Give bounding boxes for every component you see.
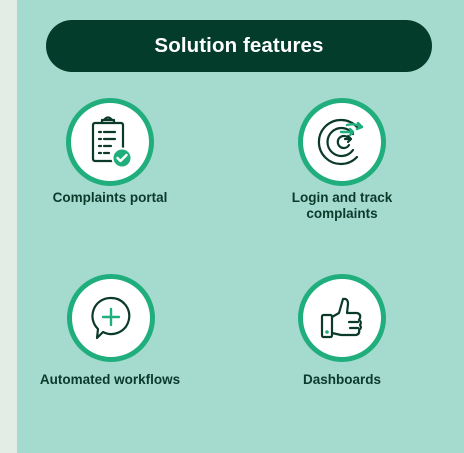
thumbs-up-icon — [320, 297, 362, 339]
complaints-portal-label: Complaints portal — [52, 190, 168, 205]
complaints-portal-circle — [66, 98, 154, 186]
dashboards-label: Dashboards — [302, 372, 382, 387]
login-track-label-line1: Login and track — [291, 190, 393, 205]
chat-plus-icon — [91, 296, 131, 340]
login-track-label: Login and track complaints — [242, 190, 442, 222]
login-track-circle — [298, 98, 386, 186]
automated-workflows-label: Automated workflows — [39, 372, 181, 387]
tracking-arrows-icon — [317, 118, 364, 166]
header-title: Solution features — [154, 34, 324, 57]
automated-workflows-circle — [67, 274, 155, 362]
login-track-label-line2: complaints — [306, 206, 378, 221]
clipboard-checklist-icon — [91, 116, 133, 169]
solution-features-panel: Solution features Complaints portal Logi… — [17, 0, 464, 453]
dashboards-circle — [298, 274, 386, 362]
header-banner: Solution features — [46, 20, 432, 72]
